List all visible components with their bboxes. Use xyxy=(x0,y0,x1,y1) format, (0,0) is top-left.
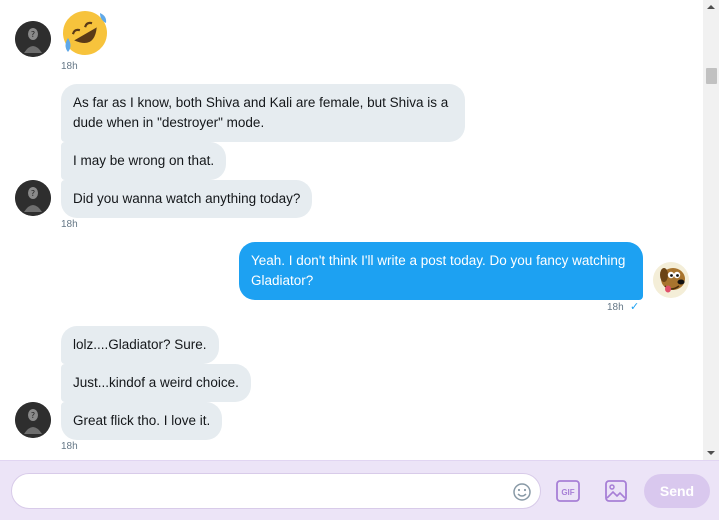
message-timestamp: 18h xyxy=(61,441,78,452)
incoming-message[interactable]: Great flick tho. I love it. xyxy=(61,402,223,440)
image-icon xyxy=(605,480,627,502)
message-timestamp: 18h xyxy=(61,61,78,72)
message-thread: ? 18h As far as I know, both Shiva and K… xyxy=(0,0,703,460)
gif-button[interactable]: GIF xyxy=(555,478,581,504)
send-button[interactable]: Send xyxy=(644,474,710,508)
message-text: lolz....Gladiator? Sure. xyxy=(73,337,207,352)
dog-avatar-icon xyxy=(653,262,689,298)
incoming-message[interactable]: I may be wrong on that. xyxy=(61,142,227,180)
incoming-message[interactable]: Did you wanna watch anything today? xyxy=(61,180,313,218)
scroll-up-arrow[interactable] xyxy=(703,0,719,14)
user-avatar-icon: ? xyxy=(15,180,51,216)
laughing-emoji xyxy=(60,8,110,58)
user-avatar-icon: ? xyxy=(15,402,51,438)
message-text: Did you wanna watch anything today? xyxy=(73,191,301,206)
message-text: I may be wrong on that. xyxy=(73,153,215,168)
check-icon: ✓ xyxy=(630,301,640,313)
svg-text:?: ? xyxy=(31,189,35,198)
message-timestamp: 18h xyxy=(61,219,78,230)
caret-down-icon xyxy=(707,451,715,455)
svg-text:?: ? xyxy=(31,411,35,420)
scroll-down-arrow[interactable] xyxy=(703,446,719,460)
message-timestamp: 18h xyxy=(607,302,624,313)
contact-avatar[interactable]: ? xyxy=(15,402,51,438)
message-composer: GIF Send xyxy=(0,460,719,520)
message-text: Yeah. I don't think I'll write a post to… xyxy=(251,253,626,288)
my-avatar[interactable] xyxy=(653,262,689,298)
message-text: Just...kindof a weird choice. xyxy=(73,375,239,390)
scrollbar[interactable] xyxy=(703,0,719,460)
message-input[interactable] xyxy=(24,474,504,508)
contact-avatar[interactable]: ? xyxy=(15,21,51,57)
incoming-message[interactable]: As far as I know, both Shiva and Kali ar… xyxy=(61,84,465,142)
user-avatar-icon: ? xyxy=(15,21,51,57)
smiley-icon xyxy=(513,483,531,501)
message-text: As far as I know, both Shiva and Kali ar… xyxy=(73,95,449,130)
svg-text:GIF: GIF xyxy=(561,488,574,497)
outgoing-message[interactable]: Yeah. I don't think I'll write a post to… xyxy=(239,242,643,300)
caret-up-icon xyxy=(707,5,715,9)
svg-text:?: ? xyxy=(31,30,35,39)
emoji-picker-button[interactable] xyxy=(512,482,532,502)
message-text: Great flick tho. I love it. xyxy=(73,413,211,428)
message-input-wrapper xyxy=(11,473,541,509)
contact-avatar[interactable]: ? xyxy=(15,180,51,216)
image-button[interactable] xyxy=(603,478,629,504)
gif-icon: GIF xyxy=(556,480,580,502)
rolling-on-floor-laughing-emoji xyxy=(63,10,107,55)
incoming-message[interactable]: Just...kindof a weird choice. xyxy=(61,364,251,402)
scrollbar-thumb[interactable] xyxy=(706,68,717,84)
incoming-message[interactable]: lolz....Gladiator? Sure. xyxy=(61,326,219,364)
